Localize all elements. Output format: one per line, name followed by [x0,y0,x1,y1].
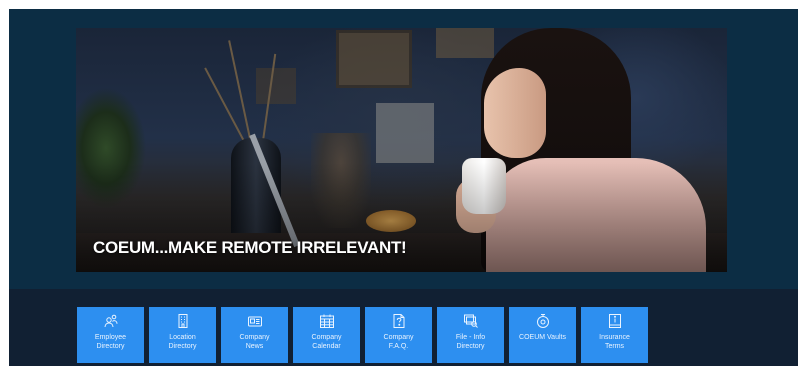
tile-label: File - Info Directory [455,334,486,350]
tile-label: Insurance Terms [599,334,630,350]
people-icon [103,313,119,329]
quick-links-tiles: Employee Directory Location Directory Co… [77,307,648,363]
tile-company-faq[interactable]: Company F.A.Q. [365,307,432,363]
tile-coeum-vaults[interactable]: COEUM Vaults [509,307,576,363]
tile-label: Employee Directory [94,334,127,350]
tile-location-directory[interactable]: Location Directory [149,307,216,363]
hero-banner-image: COEUM...MAKE REMOTE IRRELEVANT! [76,28,727,272]
file-search-icon [463,313,479,329]
question-doc-icon [391,313,407,329]
page-frame: COEUM...MAKE REMOTE IRRELEVANT! Employee… [9,9,798,366]
calendar-icon [319,313,335,329]
tile-insurance-terms[interactable]: Insurance Terms [581,307,648,363]
tile-label: Company News [239,334,270,350]
newspaper-icon [247,313,263,329]
tile-label: COEUM Vaults [519,334,566,341]
tile-label: Location Directory [168,334,197,350]
info-book-icon [607,313,623,329]
tile-label: Company Calendar [311,334,342,350]
tile-employee-directory[interactable]: Employee Directory [77,307,144,363]
tile-company-news[interactable]: Company News [221,307,288,363]
hero-caption: COEUM...MAKE REMOTE IRRELEVANT! [93,238,407,257]
tile-company-calendar[interactable]: Company Calendar [293,307,360,363]
building-icon [175,313,191,329]
tile-label: Company F.A.Q. [383,334,414,350]
vault-icon [535,313,551,329]
hero-section: COEUM...MAKE REMOTE IRRELEVANT! [9,9,798,289]
tile-file-info-directory[interactable]: File - Info Directory [437,307,504,363]
